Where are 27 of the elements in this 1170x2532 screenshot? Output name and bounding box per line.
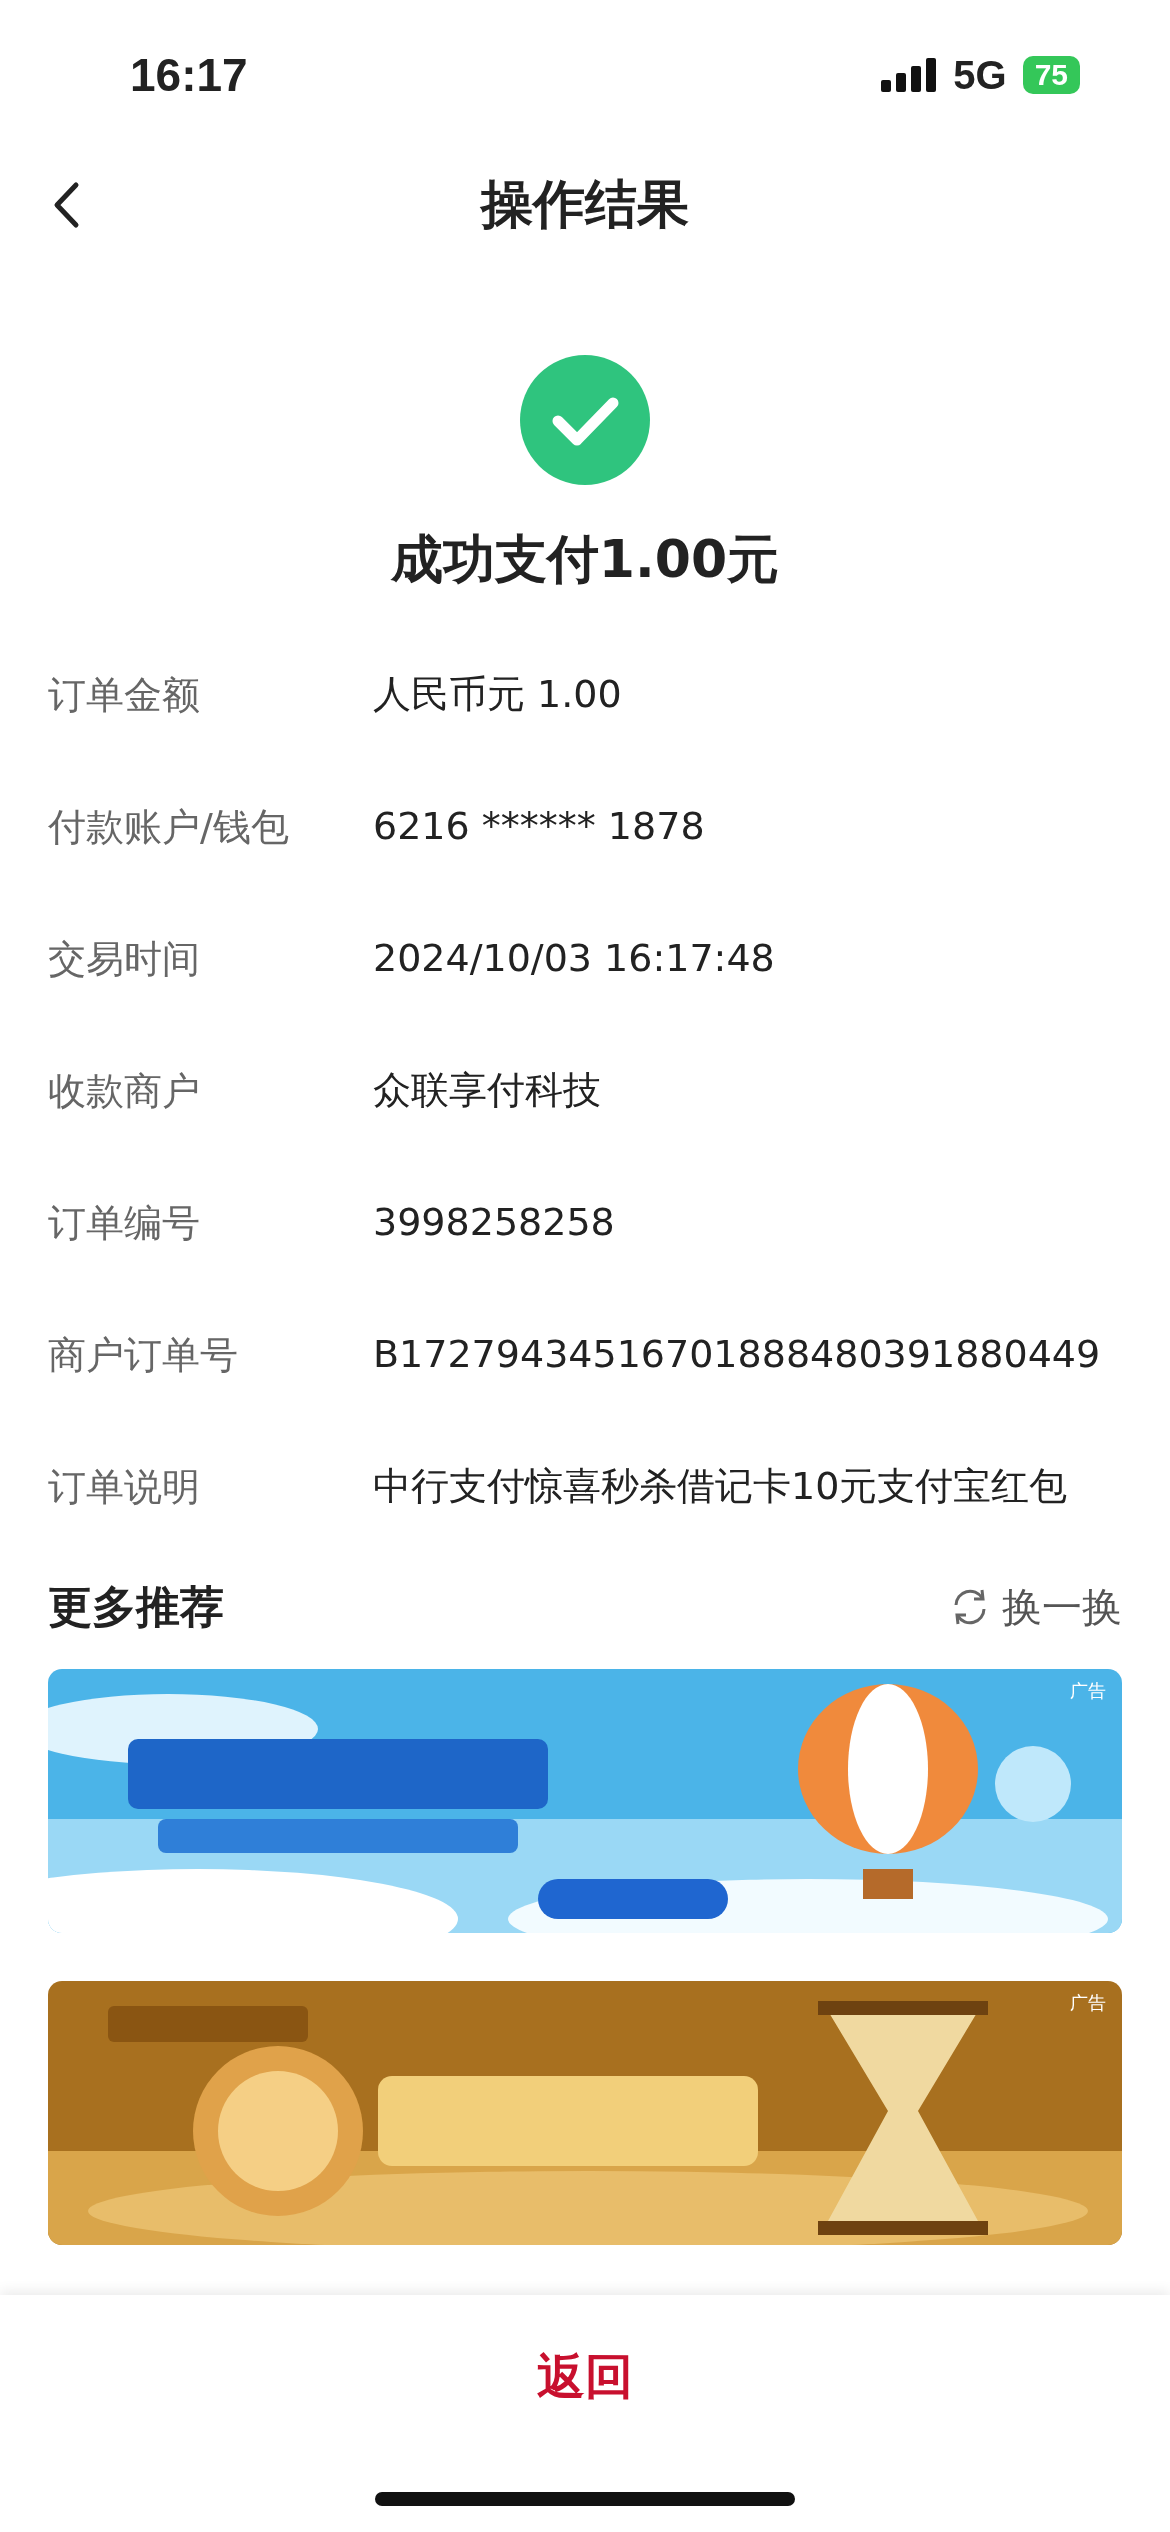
back-button[interactable]: 返回 <box>497 2335 673 2419</box>
detail-value: 中行支付惊喜秒杀借记卡10元支付宝红包 <box>373 1463 1069 1511</box>
detail-value: 人民币元 1.00 <box>373 671 623 719</box>
detail-label: 订单编号 <box>48 1199 201 1247</box>
page-title: 操作结果 <box>481 173 689 236</box>
detail-label: 收款商户 <box>48 1067 201 1115</box>
section-title: 更多推荐 <box>48 1579 224 1634</box>
detail-label: 订单金额 <box>48 671 201 719</box>
detail-label: 付款账户/钱包 <box>48 803 290 851</box>
detail-value: 3998258258 <box>373 1199 616 1247</box>
detail-value: 6216 ****** 1878 <box>373 803 706 851</box>
refresh-button[interactable]: 换一换 <box>948 1579 1122 1635</box>
back-icon[interactable] <box>52 181 80 229</box>
success-check-icon <box>520 355 650 485</box>
battery-level: 75 <box>1022 56 1080 94</box>
network-label: 5G <box>953 52 1007 98</box>
detail-value: 众联享付科技 <box>373 1067 602 1115</box>
detail-value: 2024/10/03 16:17:48 <box>373 935 776 983</box>
ad-label: 广告 <box>1070 1679 1106 1703</box>
result-message: 成功支付1.00元 <box>390 528 780 591</box>
signal-icon <box>881 58 938 92</box>
status-time: 16:17 <box>130 48 248 102</box>
ad-label: 广告 <box>1070 1991 1106 2015</box>
detail-label: 商户订单号 <box>48 1331 239 1379</box>
detail-value: B17279434516701888480391880449 <box>373 1331 1102 1379</box>
detail-label: 交易时间 <box>48 935 201 983</box>
detail-label: 订单说明 <box>48 1463 201 1511</box>
